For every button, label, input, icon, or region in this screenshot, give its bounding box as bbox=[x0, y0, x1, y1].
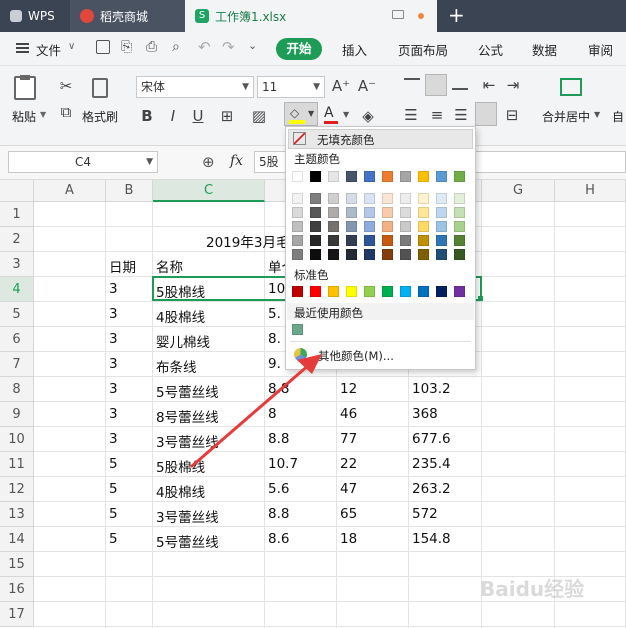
annotation-arrow bbox=[190, 354, 322, 468]
baidu-watermark: Baidu经验 bbox=[480, 577, 585, 601]
arrow-shaft bbox=[190, 362, 312, 468]
